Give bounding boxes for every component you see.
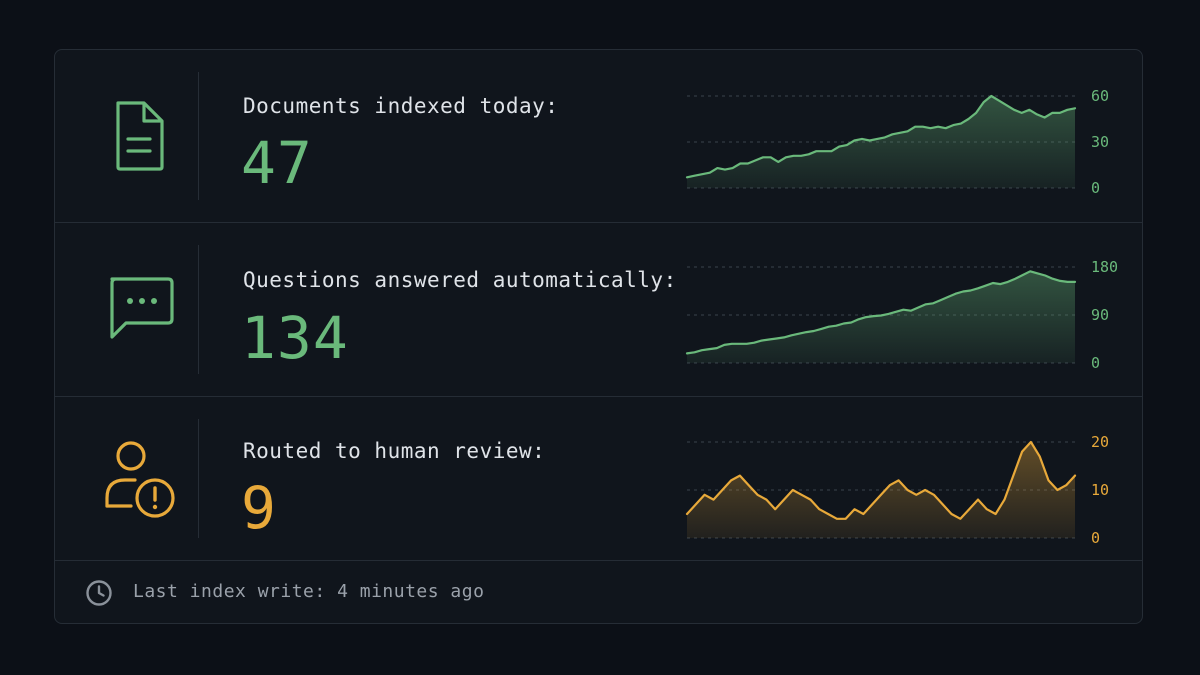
chart-review: 0 10 20	[685, 433, 1109, 547]
y-tick-label: 10	[1091, 481, 1109, 499]
user-alert-icon	[105, 440, 175, 518]
y-tick-label: 20	[1091, 433, 1109, 451]
series-area	[687, 271, 1075, 363]
metric-value-documents: 47	[241, 129, 313, 197]
series-area	[687, 442, 1075, 538]
metric-label-questions: Questions answered automatically:	[243, 268, 677, 292]
clock-icon	[86, 580, 112, 606]
chat-bubble-icon	[110, 276, 174, 339]
y-tick-label: 0	[1091, 354, 1100, 372]
metric-value-review: 9	[241, 474, 277, 542]
metrics-card: Documents indexed today: 47 Questions an…	[54, 49, 1143, 624]
y-tick-label: 0	[1091, 529, 1100, 547]
footer-status: Last index write: 4 minutes ago	[55, 561, 1142, 623]
metric-label-review: Routed to human review:	[243, 439, 546, 463]
chart-questions: 0 90 180	[685, 258, 1118, 372]
metric-value-questions: 134	[241, 304, 349, 372]
y-tick-label: 60	[1091, 87, 1109, 105]
chart-documents: 0 30 60	[685, 87, 1109, 197]
metric-label-documents: Documents indexed today:	[243, 94, 559, 118]
y-tick-label: 180	[1091, 258, 1118, 276]
document-icon	[116, 101, 164, 171]
y-tick-label: 30	[1091, 133, 1109, 151]
y-tick-label: 90	[1091, 306, 1109, 324]
last-index-write-text: Last index write: 4 minutes ago	[133, 581, 485, 602]
y-tick-label: 0	[1091, 179, 1100, 197]
